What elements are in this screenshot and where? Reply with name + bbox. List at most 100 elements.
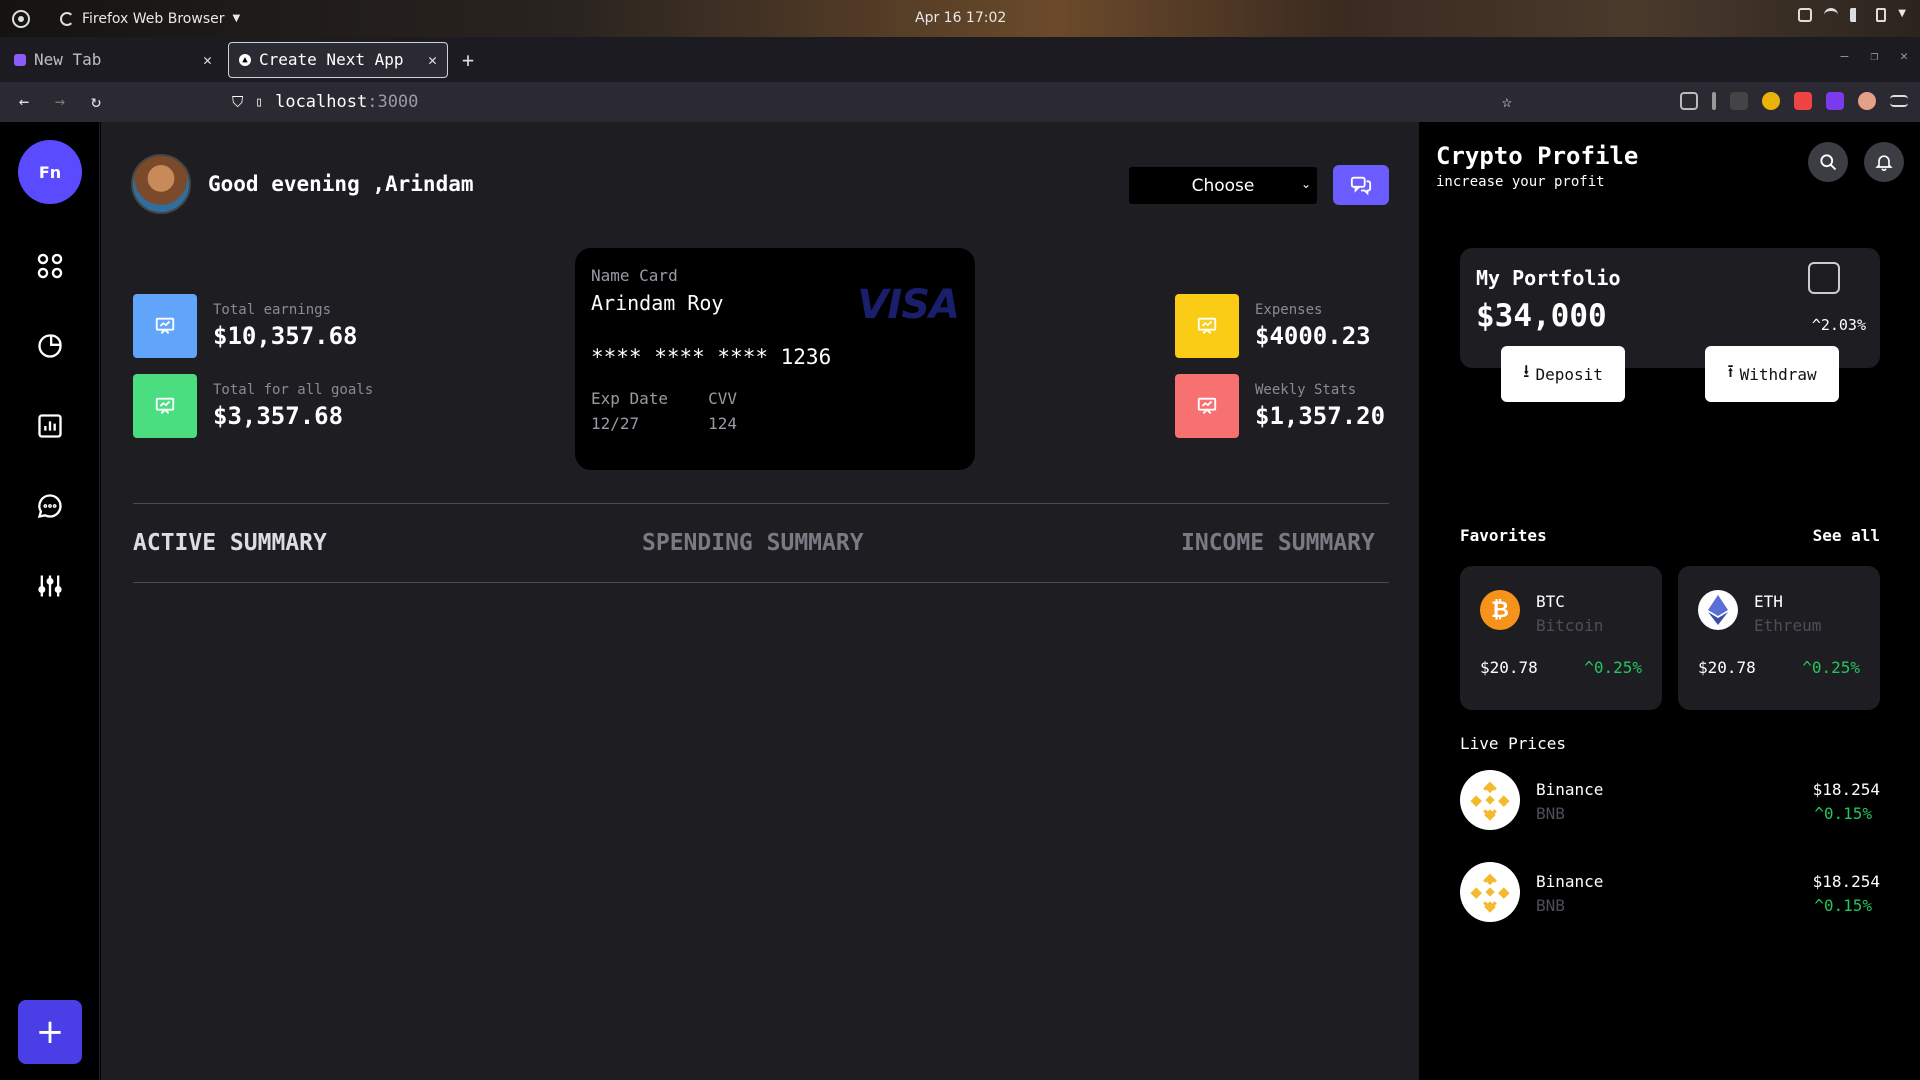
tab-new-tab[interactable]: New Tab ✕ bbox=[4, 42, 222, 78]
stat-label: Expenses bbox=[1255, 302, 1323, 318]
pen-icon[interactable] bbox=[1712, 92, 1716, 110]
favorite-card-eth[interactable]: ETH Ethreum $20.78 ^0.25% bbox=[1678, 566, 1880, 710]
pocket-icon[interactable] bbox=[1680, 92, 1698, 110]
notifications-button[interactable] bbox=[1864, 142, 1904, 182]
live-price-row[interactable]: Binance BNB $18.254 ^0.15% bbox=[1460, 770, 1880, 834]
cvv-value: 124 bbox=[708, 414, 737, 433]
coin-change: ^0.25% bbox=[1584, 658, 1642, 677]
stat-label: Total for all goals bbox=[213, 382, 374, 398]
coin-symbol: BNB bbox=[1536, 896, 1565, 915]
tab-active-summary[interactable]: ACTIVE SUMMARY bbox=[133, 530, 327, 556]
panel-title: Crypto Profile bbox=[1436, 142, 1639, 170]
stat-weekly: Weekly Stats $1,357.20 bbox=[1175, 374, 1385, 438]
divider bbox=[133, 582, 1389, 583]
avatar[interactable] bbox=[131, 154, 191, 214]
close-icon[interactable]: ✕ bbox=[203, 51, 212, 69]
exp-label: Exp Date bbox=[591, 389, 669, 408]
sliders-icon[interactable] bbox=[36, 572, 64, 600]
pie-chart-icon[interactable] bbox=[36, 332, 64, 360]
coin-symbol: ETH bbox=[1754, 592, 1783, 611]
extension-icon[interactable] bbox=[1826, 92, 1844, 110]
search-icon bbox=[1820, 154, 1837, 171]
search-button[interactable] bbox=[1808, 142, 1848, 182]
live-price-row[interactable]: Binance BNB $18.254 ^0.15% bbox=[1460, 862, 1880, 926]
url-host: localhost bbox=[275, 92, 368, 112]
favorites-heading: Favorites bbox=[1460, 526, 1547, 545]
coin-price: $18.254 bbox=[1812, 872, 1880, 891]
extension-icon[interactable] bbox=[1858, 92, 1876, 110]
coin-name: Binance bbox=[1536, 872, 1604, 891]
tab-create-next-app[interactable]: ▲ Create Next App ✕ bbox=[228, 41, 448, 78]
binance-icon bbox=[1460, 862, 1520, 922]
deposit-button[interactable]: ⭳ Deposit bbox=[1501, 346, 1625, 402]
screenshot-icon[interactable] bbox=[1798, 8, 1813, 22]
system-clock[interactable]: Apr 16 17:02 bbox=[915, 10, 1006, 26]
browser-nav-bar: ← → ↻ ⛉ ▯ localhost:3000 ☆ bbox=[0, 82, 1920, 122]
presentation-chart-icon bbox=[1175, 294, 1239, 358]
volume-icon[interactable] bbox=[1850, 8, 1864, 22]
stat-value: $4000.23 bbox=[1255, 322, 1371, 350]
coin-price: $18.254 bbox=[1812, 780, 1880, 799]
restore-icon[interactable]: ❐ bbox=[1870, 49, 1878, 64]
close-icon[interactable]: ✕ bbox=[428, 51, 437, 69]
portfolio-change: ^2.03% bbox=[1811, 316, 1866, 334]
page-icon: ▯ bbox=[255, 94, 264, 110]
greeting: Good evening ,Arindam bbox=[208, 172, 474, 196]
chat-button[interactable] bbox=[1333, 165, 1389, 205]
shield-icon[interactable]: ⛉ bbox=[232, 93, 243, 111]
star-icon[interactable]: ☆ bbox=[1502, 92, 1512, 112]
withdraw-label: Withdraw bbox=[1739, 364, 1817, 384]
crypto-panel: Crypto Profile increase your profit My P… bbox=[1420, 122, 1920, 1080]
chevron-down-icon[interactable]: ▼ bbox=[1898, 8, 1906, 22]
grid-icon[interactable] bbox=[36, 252, 64, 280]
see-all-link[interactable]: See all bbox=[1813, 526, 1880, 545]
coin-name: Ethreum bbox=[1754, 616, 1822, 635]
tab-label: New Tab bbox=[34, 50, 102, 69]
menu-icon[interactable] bbox=[1890, 95, 1908, 107]
tab-income-summary[interactable]: INCOME SUMMARY bbox=[1181, 530, 1375, 556]
coin-symbol: BNB bbox=[1536, 804, 1565, 823]
app-menu[interactable]: Firefox Web Browser ▼ bbox=[60, 11, 240, 27]
deposit-label: Deposit bbox=[1535, 364, 1603, 384]
system-top-bar: Firefox Web Browser ▼ Apr 16 17:02 ▼ bbox=[0, 0, 1920, 37]
minimize-icon[interactable]: — bbox=[1841, 49, 1849, 64]
stat-value: $10,357.68 bbox=[213, 322, 358, 350]
message-icon[interactable] bbox=[36, 492, 64, 520]
reload-icon[interactable]: ↻ bbox=[78, 92, 114, 112]
withdraw-button[interactable]: ⭱ Withdraw bbox=[1705, 346, 1839, 402]
coin-name: Binance bbox=[1536, 780, 1604, 799]
url-bar[interactable]: ⛉ ▯ localhost:3000 ☆ bbox=[232, 86, 1522, 118]
extension-icon[interactable] bbox=[1730, 92, 1748, 110]
extension-icon[interactable] bbox=[1794, 92, 1812, 110]
divider bbox=[133, 503, 1389, 504]
back-icon[interactable]: ← bbox=[6, 92, 42, 112]
extension-icon[interactable] bbox=[1762, 92, 1780, 110]
logo[interactable]: Fn bbox=[18, 140, 82, 204]
choose-select[interactable]: Choose ⌄ bbox=[1129, 167, 1317, 204]
coin-change: ^0.25% bbox=[1802, 658, 1860, 677]
tab-spending-summary[interactable]: SPENDING SUMMARY bbox=[642, 530, 864, 556]
chart-icon[interactable] bbox=[1808, 262, 1840, 294]
visa-card[interactable]: Name Card Arindam Roy VISA **** **** ***… bbox=[575, 248, 975, 470]
stat-value: $1,357.20 bbox=[1255, 402, 1386, 430]
close-window-icon[interactable]: ✕ bbox=[1900, 49, 1908, 64]
coin-symbol: BTC bbox=[1536, 592, 1565, 611]
portfolio-value: $34,000 bbox=[1476, 298, 1607, 334]
battery-icon[interactable] bbox=[1876, 8, 1887, 22]
bar-chart-icon[interactable] bbox=[36, 412, 64, 440]
select-value: Choose bbox=[1191, 175, 1255, 196]
stat-expenses: Expenses $4000.23 bbox=[1175, 294, 1371, 358]
stat-label: Weekly Stats bbox=[1255, 382, 1357, 398]
activities-icon[interactable] bbox=[12, 9, 30, 28]
upload-icon: ⭱ bbox=[1727, 361, 1734, 382]
new-tab-button[interactable]: + bbox=[462, 48, 474, 72]
main-content: Good evening ,Arindam Choose ⌄ Total ear… bbox=[101, 122, 1419, 1080]
portfolio-title: My Portfolio bbox=[1476, 266, 1621, 290]
wifi-icon[interactable] bbox=[1824, 8, 1839, 22]
coin-change: ^0.15% bbox=[1814, 804, 1872, 823]
add-button[interactable]: + bbox=[18, 1000, 82, 1064]
next-icon: ▲ bbox=[239, 53, 251, 66]
favorite-card-btc[interactable]: ₿ BTC Bitcoin $20.78 ^0.25% bbox=[1460, 566, 1662, 710]
forward-icon[interactable]: → bbox=[42, 92, 78, 112]
firefox-icon bbox=[60, 11, 74, 26]
